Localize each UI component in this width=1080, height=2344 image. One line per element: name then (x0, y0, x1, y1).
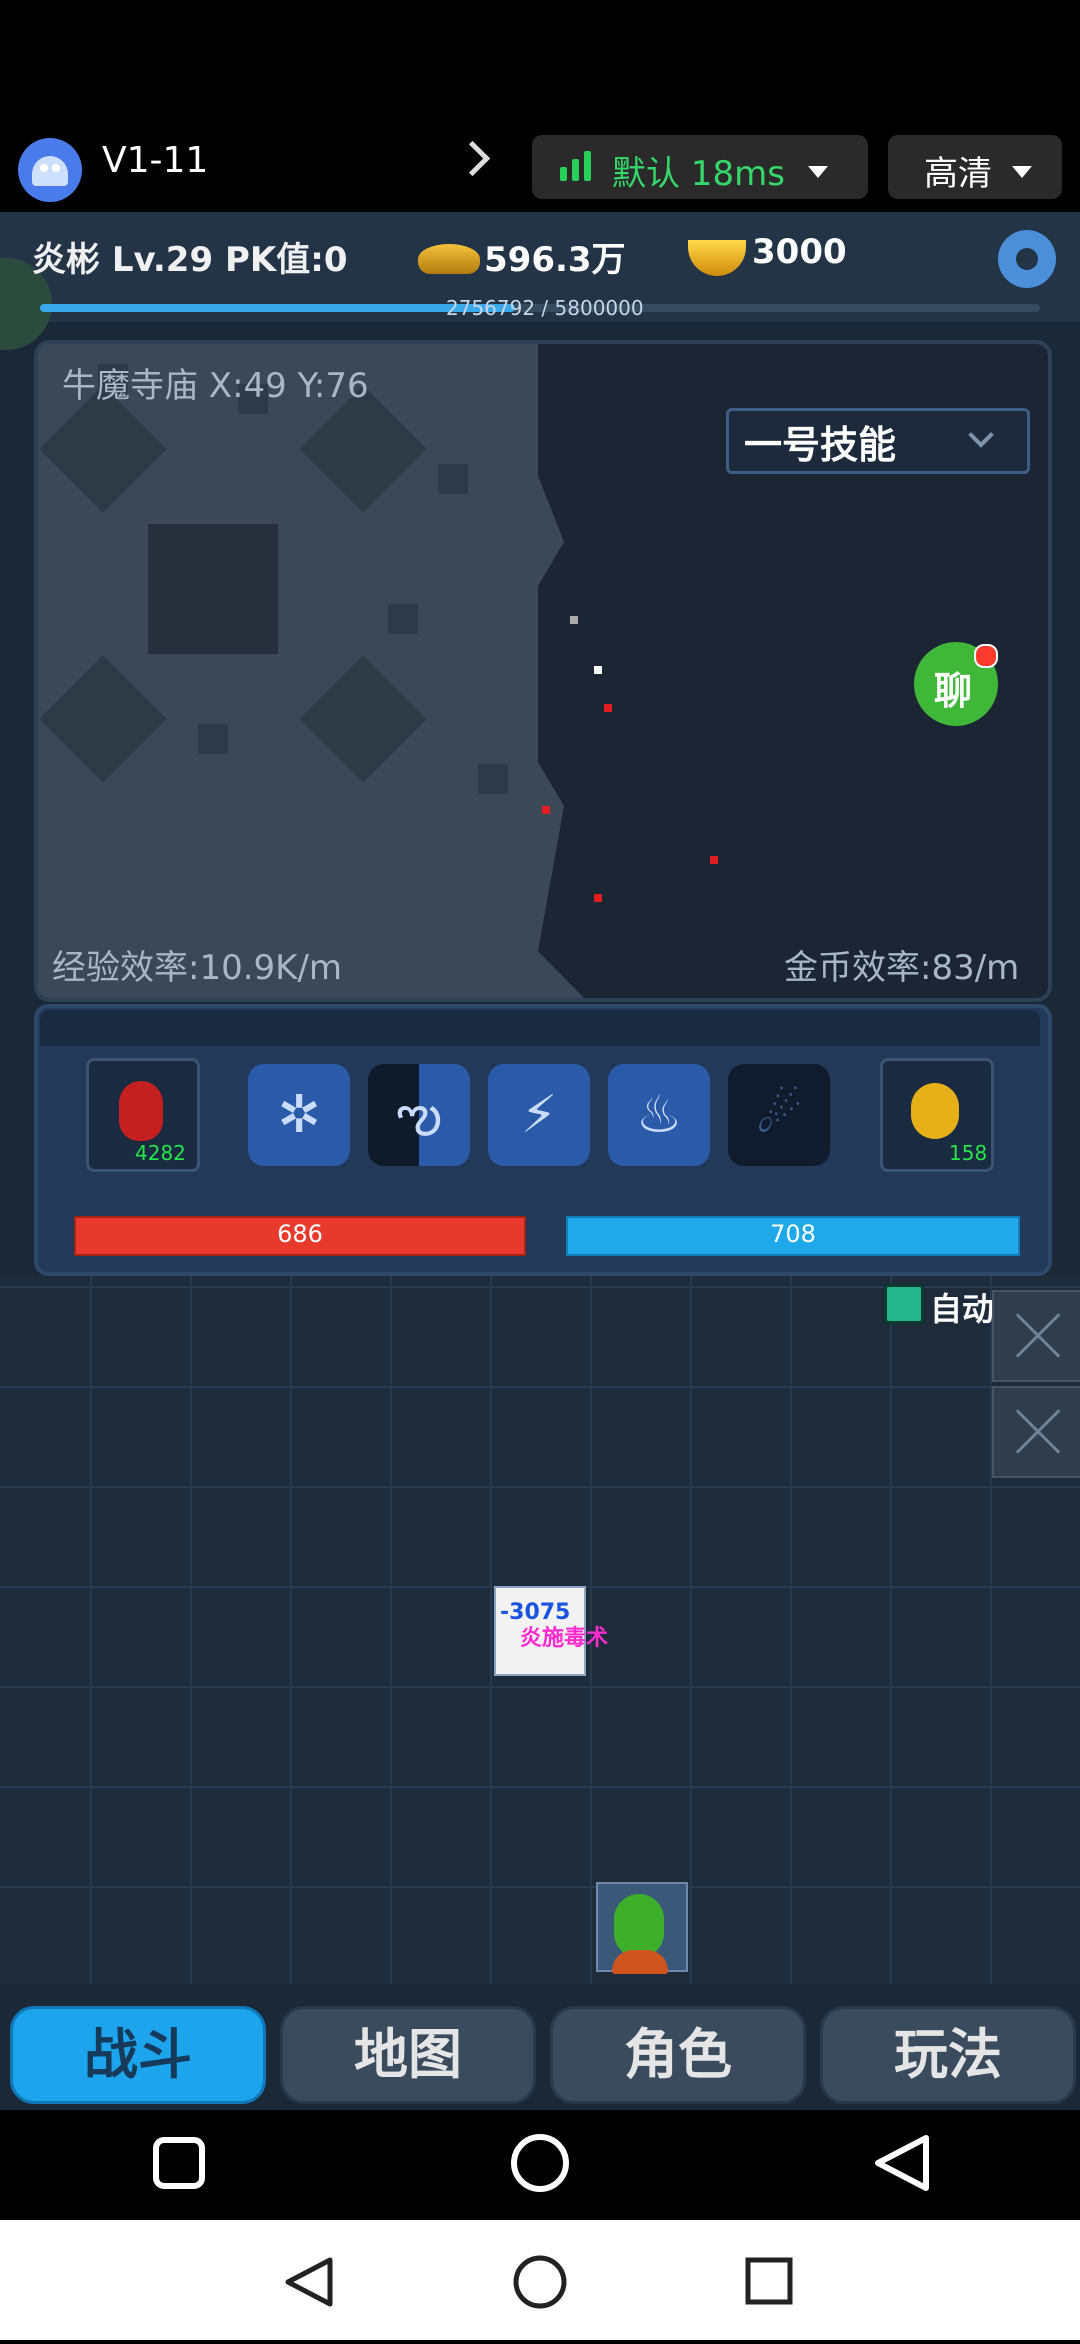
skill-2-icon: ఌ (396, 1085, 442, 1145)
skill-3-button[interactable]: ⚡ (488, 1064, 590, 1166)
skill-2-button[interactable]: ఌ (368, 1064, 470, 1166)
hp-potion-count: 4282 (135, 1141, 186, 1165)
android-icon[interactable] (18, 138, 82, 202)
tab-gameplay[interactable]: 玩法 (820, 2006, 1076, 2104)
gold-coins-icon (418, 244, 480, 274)
tab-battle[interactable]: 战斗 (10, 2006, 266, 2104)
gold-amount: 596.3万 (484, 240, 626, 280)
poison-effect (614, 1894, 664, 1958)
skill-panel-header (40, 1010, 1040, 1046)
back-icon (285, 2257, 333, 2307)
enemy-marker (594, 894, 602, 902)
network-label: 默认 18ms (612, 154, 785, 194)
enemy-marker (542, 806, 550, 814)
hp-value: 686 (277, 1220, 323, 1248)
home-icon (511, 2134, 569, 2192)
enemy-marker (604, 704, 612, 712)
skill-5-button[interactable]: ☄ (728, 1064, 830, 1166)
map-location: 牛魔寺庙 X:49 Y:76 (62, 366, 369, 406)
tab-label: 角色 (624, 2023, 732, 2086)
instance-name: V1-11 (102, 140, 209, 181)
yellow-potion-icon (911, 1083, 959, 1139)
gold-rate: 金币效率:83/m (784, 948, 1020, 988)
back-icon (875, 2135, 929, 2191)
skill-1-button[interactable]: ✲ (248, 1064, 350, 1166)
fire-effect (612, 1950, 668, 1974)
player-marker (594, 666, 602, 674)
close-icon[interactable] (992, 1386, 1080, 1478)
tab-label: 地图 (354, 2023, 462, 2086)
skill-cast-text: 炎施毒术 (520, 1626, 609, 1651)
skill-4-icon: ♨ (635, 1085, 683, 1145)
skill-4-button[interactable]: ♨ (608, 1064, 710, 1166)
tab-label: 战斗 (84, 2023, 192, 2086)
caret-down-icon (1012, 166, 1032, 178)
mp-value: 708 (770, 1220, 816, 1248)
system-nav-bar (0, 2220, 1080, 2340)
tab-map[interactable]: 地图 (280, 2006, 536, 2104)
close-icon[interactable] (992, 1290, 1080, 1382)
skill-3-icon: ⚡ (520, 1085, 558, 1145)
map-marker (570, 616, 578, 624)
notification-dot (974, 644, 998, 668)
recent-apps-icon (745, 2257, 793, 2305)
skill-preset-label: 一号技能 (744, 423, 897, 467)
hp-potion-slot[interactable]: 4282 (86, 1058, 200, 1172)
android-nav-bar (0, 2110, 1080, 2220)
player-info: 炎彬 Lv.29 PK值:0 (32, 240, 348, 280)
enemy-marker (710, 856, 718, 864)
mp-potion-slot[interactable]: 158 (880, 1058, 994, 1172)
auto-battle-checkbox[interactable] (884, 1284, 924, 1324)
tab-label: 玩法 (894, 2023, 1002, 2086)
recent-apps-icon (153, 2137, 205, 2189)
red-potion-icon (119, 1081, 163, 1141)
chat-label: 聊 (934, 669, 973, 713)
skill-5-icon: ☄ (755, 1085, 803, 1145)
mp-potion-count: 158 (949, 1141, 988, 1165)
skill-1-icon: ✲ (277, 1085, 321, 1145)
exp-text: 2756792 / 5800000 (446, 296, 644, 320)
tab-character[interactable]: 角色 (550, 2006, 806, 2104)
exp-bar-fill (40, 304, 515, 312)
settings-gear-icon[interactable] (998, 230, 1056, 288)
ingot-amount: 3000 (752, 232, 847, 272)
quality-label: 高清 (924, 154, 992, 194)
caret-down-icon (808, 166, 828, 178)
home-icon (513, 2255, 567, 2309)
exp-rate: 经验效率:10.9K/m (52, 948, 343, 988)
